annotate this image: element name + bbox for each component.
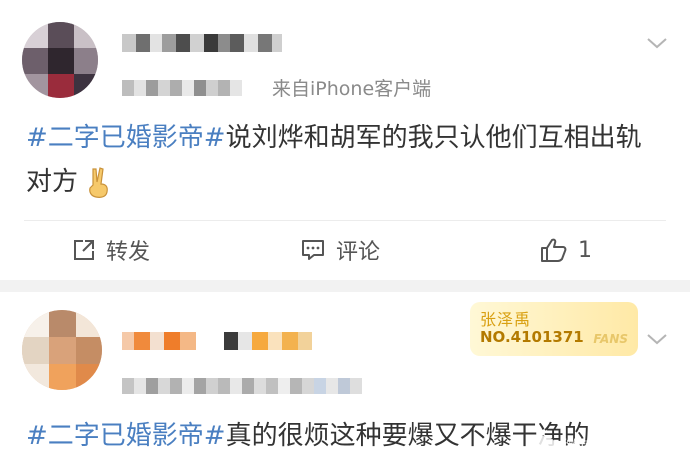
comment-button[interactable]: 评论 (300, 230, 380, 270)
repost-button[interactable]: 转发 (72, 230, 150, 270)
comment-label: 评论 (336, 240, 381, 265)
like-count: 1 (578, 237, 592, 263)
fan-badge[interactable]: 张泽禹 NO.4101371 FANS (470, 302, 638, 356)
hashtag-link[interactable]: #二字已婚影帝# (26, 123, 226, 153)
username-pixelated[interactable] (122, 34, 282, 52)
divider (24, 220, 666, 221)
post-text: #二字已婚影帝#说刘烨和胡军的我只认他们互相出轨对方 (26, 116, 660, 204)
watermark: 微博那些事儿 (530, 433, 664, 458)
avatar[interactable] (22, 22, 98, 98)
hashtag-link[interactable]: #二字已婚影帝# (26, 421, 226, 451)
weibo-post-card: 来自iPhone客户端 #二字已婚影帝#说刘烨和胡军的我只认他们互相出轨对方 转… (0, 0, 690, 280)
victory-hand-icon (89, 166, 108, 198)
thumbs-up-icon (541, 238, 567, 262)
share-icon (74, 240, 94, 260)
timestamp-pixelated (122, 378, 362, 394)
fan-badge-name: 张泽禹 (480, 310, 532, 329)
comment-icon (302, 240, 324, 260)
post-source: 来自iPhone客户端 (272, 78, 432, 100)
chevron-down-icon[interactable] (646, 36, 668, 50)
like-button[interactable]: 1 (540, 230, 592, 270)
watermark-text: 微博那些事儿 (562, 438, 664, 458)
wechat-icon (530, 435, 556, 456)
repost-label: 转发 (106, 240, 151, 265)
avatar[interactable] (22, 310, 102, 390)
timestamp-pixelated (122, 80, 242, 96)
fan-badge-label: FANS (593, 332, 628, 346)
fan-badge-number: NO.4101371 (480, 328, 584, 346)
weibo-post-card: 张泽禹 NO.4101371 FANS #二字已婚影帝#真的很烦这种要爆又不爆干… (0, 292, 690, 466)
username-pixelated[interactable] (122, 332, 312, 350)
chevron-down-icon[interactable] (646, 332, 668, 346)
